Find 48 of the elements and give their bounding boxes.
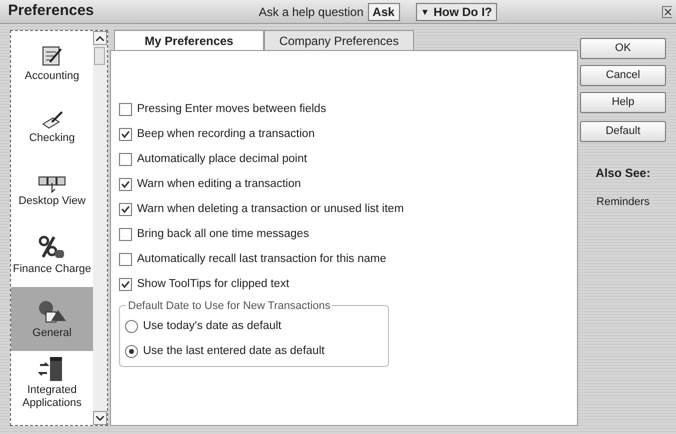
help-label: Ask a help question — [258, 4, 364, 20]
checkbox[interactable] — [119, 128, 132, 141]
reminders-link[interactable]: Reminders — [596, 194, 650, 210]
checkbox[interactable] — [119, 103, 132, 116]
close-icon[interactable] — [662, 6, 672, 18]
scroll-thumb[interactable] — [94, 47, 105, 65]
ledger-icon — [40, 44, 64, 68]
checkbox[interactable] — [119, 278, 132, 291]
scrollbar[interactable] — [93, 31, 107, 425]
dialog-button[interactable]: Help — [580, 92, 666, 113]
sidebar-item[interactable]: General — [11, 287, 93, 351]
checkbox[interactable] — [119, 178, 132, 191]
checkbox[interactable] — [119, 153, 132, 166]
option-label: Warn when deleting a transaction or unused list item — [137, 202, 404, 217]
option-label: Show ToolTips for clipped text — [137, 276, 290, 292]
sidebar-item[interactable]: Finance Charge — [11, 223, 93, 287]
checkbox[interactable] — [119, 253, 132, 266]
option-label: Bring back all one time messages — [137, 226, 309, 242]
sidebar-item[interactable]: Accounting — [11, 31, 93, 95]
radio-button[interactable] — [125, 345, 138, 358]
option-label: Automatically place decimal point — [137, 152, 308, 167]
scroll-down-icon[interactable] — [93, 411, 107, 425]
option-label: Pressing Enter moves between fields — [137, 102, 326, 117]
sidebar-item[interactable]: Desktop View — [11, 159, 93, 223]
checkbox[interactable] — [119, 203, 132, 216]
window-title: Preferences — [8, 1, 94, 22]
dialog-button[interactable]: OK — [580, 38, 666, 59]
radio-label: Use the last entered date as default — [143, 344, 325, 359]
tab[interactable]: Company Preferences — [264, 30, 414, 50]
dialog-button[interactable]: Default — [580, 121, 666, 142]
radio-label: Use today's date as default — [143, 318, 282, 334]
how-do-i-button[interactable]: ▼ How Do I? — [416, 2, 498, 20]
option-label: Warn when editing a transaction — [137, 176, 301, 192]
scroll-up-icon[interactable] — [93, 31, 107, 45]
windows-icon — [38, 174, 66, 192]
checkbox[interactable] — [119, 228, 132, 241]
sidebar-item[interactable]: Checking — [11, 95, 93, 159]
option-label: Automatically recall last transaction for this name — [137, 252, 386, 267]
radio-button[interactable] — [125, 320, 138, 333]
pen-icon — [40, 110, 64, 130]
percent-icon — [38, 234, 66, 260]
dialog-button[interactable]: Cancel — [580, 65, 666, 86]
shapes-icon — [37, 298, 67, 324]
tab[interactable]: My Preferences — [114, 30, 264, 50]
option-label: Beep when recording a transaction — [137, 126, 315, 142]
also-see-heading: Also See: — [596, 165, 650, 182]
ask-button[interactable]: Ask — [368, 2, 400, 20]
sidebar-item[interactable]: Integrated Applications — [11, 351, 93, 415]
